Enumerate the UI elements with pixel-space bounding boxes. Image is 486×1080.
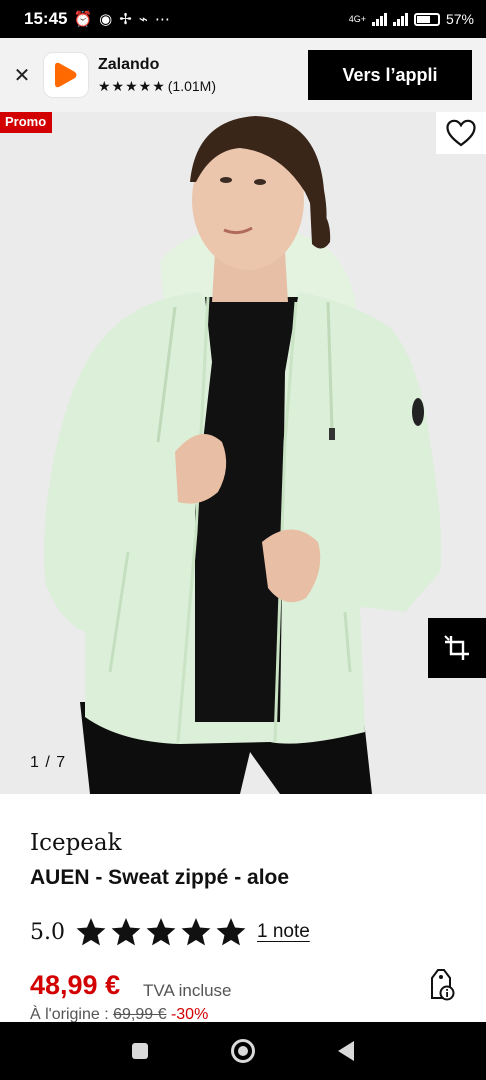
compare-button[interactable] [428, 618, 486, 678]
original-price: 69,99 € [113, 1006, 167, 1023]
heart-icon [446, 119, 476, 147]
status-bar: 15:45 ⏰ ◉ ✢ ⌁ ⋯ 4G+ 57% [0, 0, 486, 38]
app-rating: ★★★★★ (1.01M) [98, 78, 216, 95]
product-name: AUEN - Sweat zippé - aloe [30, 866, 290, 889]
star-icon [76, 918, 106, 946]
product-price: 48,99 € [30, 970, 121, 1000]
discount-badge: -30% [170, 1006, 209, 1023]
zalando-logo-icon [44, 53, 88, 97]
star-icon [216, 918, 246, 946]
product-brand[interactable]: Icepeak [30, 830, 122, 856]
original-label: À l'origine : [30, 1006, 109, 1023]
pinwheel-icon: ✢ [119, 11, 132, 28]
status-time: 15:45 [24, 9, 68, 28]
price-info-icon[interactable] [426, 968, 456, 1002]
star-icon [181, 918, 211, 946]
product-image-gallery[interactable]: Promo 1 / 7 [0, 112, 486, 794]
app-install-banner: ✕ Zalando ★★★★★ (1.01M) Vers l’appli [0, 38, 486, 112]
app-rating-stars: ★★★★★ [98, 77, 166, 94]
close-icon[interactable]: ✕ [0, 63, 44, 88]
star-icon [111, 918, 141, 946]
messenger-icon: ◉ [99, 11, 113, 28]
signal-icon [371, 12, 387, 26]
rating-row: 5.0 1 note [30, 916, 310, 948]
alarm-icon: ⏰ [73, 11, 93, 28]
open-app-button[interactable]: Vers l’appli [308, 50, 472, 100]
notification-icons: ⏰ ◉ ✢ ⌁ ⋯ [73, 10, 169, 28]
network-label: 4G+ [348, 14, 366, 24]
more-dots-icon: ⋯ [154, 11, 170, 28]
signal-icon-2 [392, 12, 408, 26]
compare-icon [444, 635, 469, 660]
vat-label: TVA incluse [143, 981, 232, 1000]
star-icon [146, 918, 176, 946]
cast-icon: ⌁ [138, 11, 148, 28]
product-photo [0, 112, 486, 794]
wishlist-button[interactable] [436, 112, 486, 154]
app-rating-count: (1.01M) [167, 77, 216, 94]
system-nav-bar [0, 1022, 486, 1080]
image-counter: 1 / 7 [30, 754, 67, 771]
promo-badge: Promo [0, 112, 53, 133]
nav-recents-icon[interactable] [131, 1043, 148, 1059]
rating-stars [75, 916, 247, 948]
battery-percent: 57% [445, 11, 474, 27]
rating-score: 5.0 [30, 919, 65, 945]
battery-icon [413, 12, 440, 26]
nav-home-icon[interactable] [230, 1039, 255, 1063]
rating-count-link[interactable]: 1 note [257, 921, 310, 943]
app-name: Zalando [98, 55, 160, 73]
nav-back-icon[interactable] [338, 1041, 355, 1061]
